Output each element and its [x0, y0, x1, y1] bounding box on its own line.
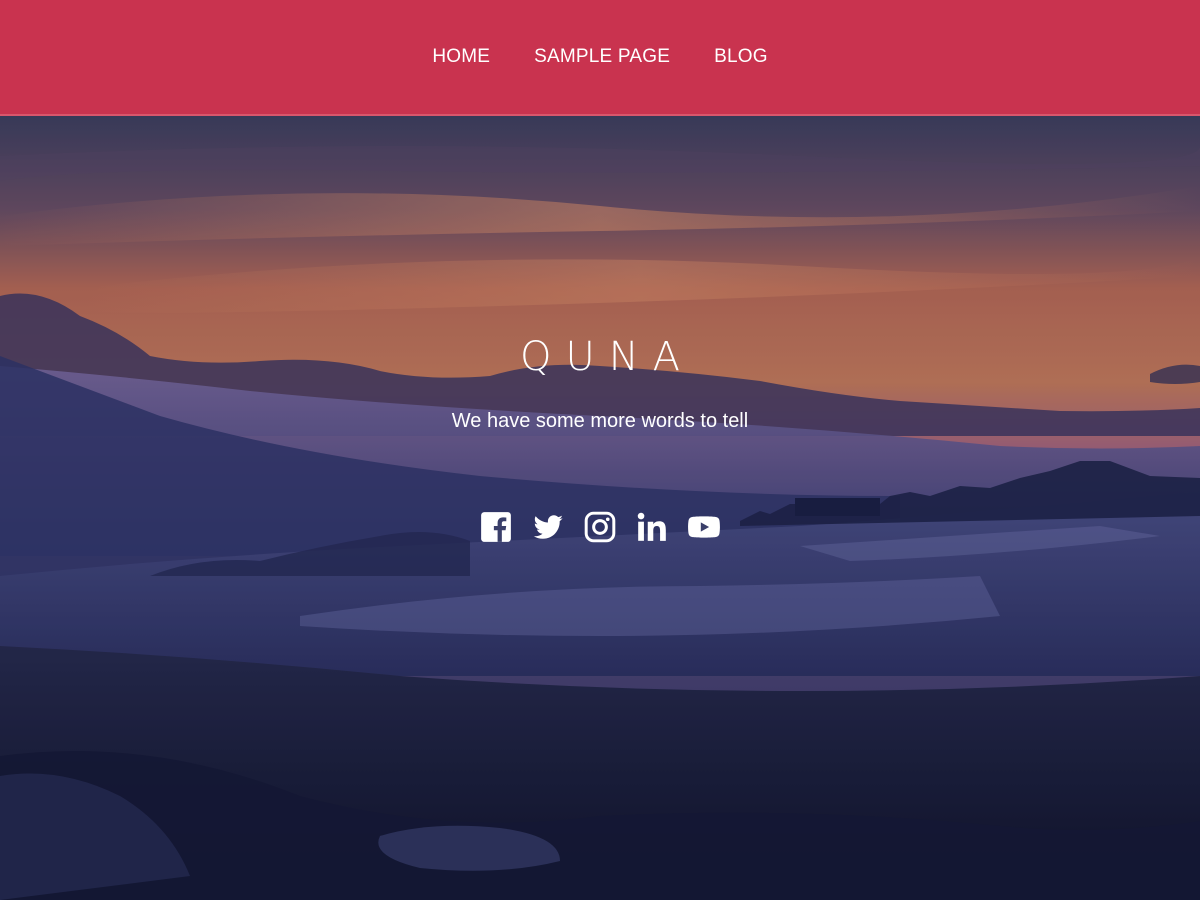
- hero-content: QUNA We have some more words to tell: [0, 116, 1200, 900]
- site-header: HOME SAMPLE PAGE BLOG: [0, 0, 1200, 116]
- nav-item-sample-page[interactable]: SAMPLE PAGE: [534, 46, 670, 68]
- main-navigation: HOME SAMPLE PAGE BLOG: [0, 0, 1200, 114]
- nav-item-home[interactable]: HOME: [432, 46, 490, 68]
- nav-item-blog[interactable]: BLOG: [714, 46, 768, 68]
- instagram-icon: [584, 511, 616, 543]
- facebook-icon: [481, 512, 511, 542]
- linkedin-icon: [637, 512, 666, 541]
- site-tagline: We have some more words to tell: [451, 410, 749, 432]
- instagram-link[interactable]: [583, 510, 617, 544]
- linkedin-link[interactable]: [635, 510, 669, 544]
- site-title: QUNA: [519, 334, 695, 380]
- social-links: [0, 510, 1200, 544]
- twitter-icon: [533, 515, 563, 539]
- youtube-link[interactable]: [687, 510, 721, 544]
- page: HOME SAMPLE PAGE BLOG QUNA We have some …: [0, 0, 1200, 900]
- twitter-link[interactable]: [531, 510, 565, 544]
- hero-section: QUNA We have some more words to tell: [0, 116, 1200, 900]
- facebook-link[interactable]: [479, 510, 513, 544]
- youtube-icon: [688, 516, 720, 538]
